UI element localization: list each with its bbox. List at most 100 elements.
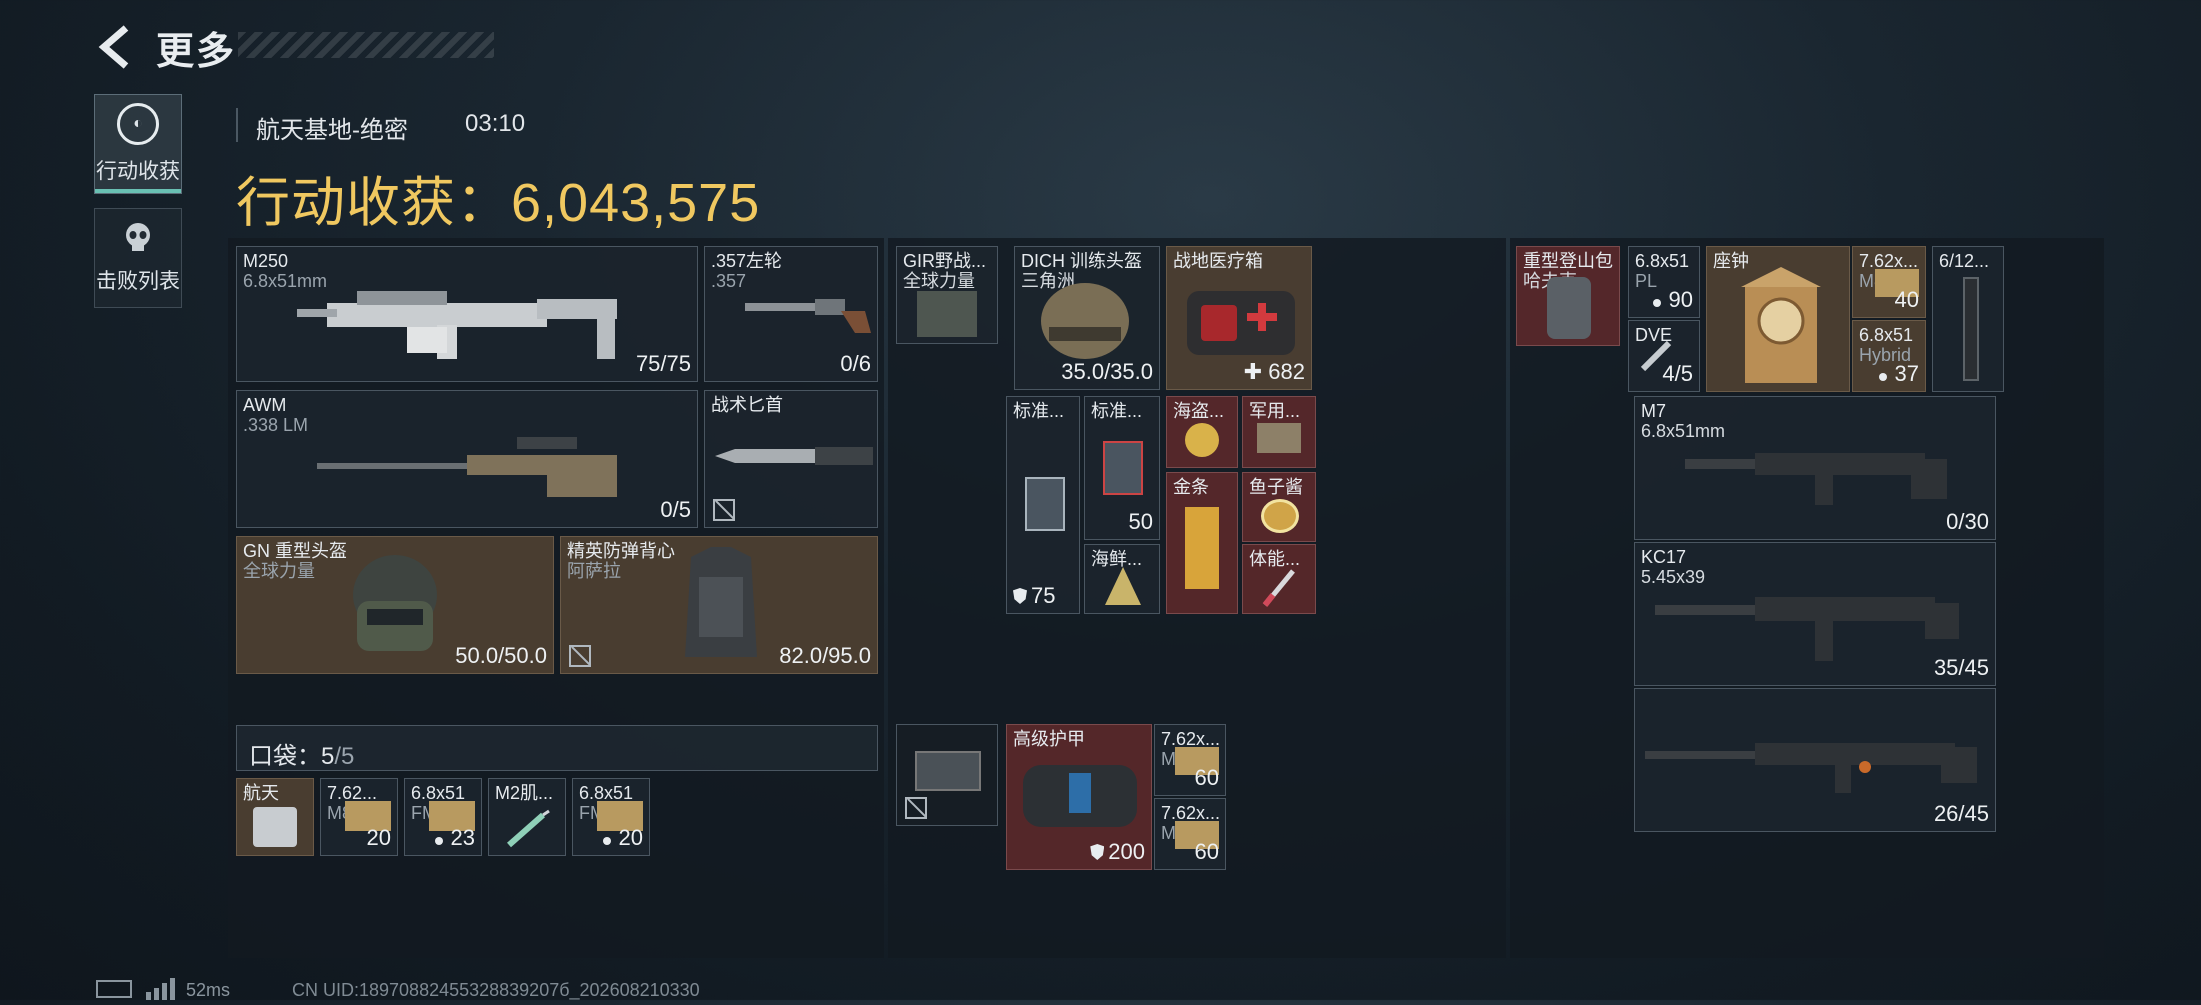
item-count-value: 200: [1108, 839, 1145, 864]
ammo-dot-icon: [602, 837, 611, 845]
backpack-item[interactable]: 7.62x... M80 40: [1852, 246, 1926, 318]
chest-item[interactable]: 高级护甲 200: [1006, 724, 1152, 870]
secondary-weapon-slot[interactable]: AWM .338 LM 0/5: [236, 390, 698, 528]
backpack-item[interactable]: 6/12...: [1932, 246, 2004, 392]
item-name: 金条: [1173, 477, 1209, 497]
rifle-icon: [1655, 597, 1959, 661]
chest-item[interactable]: DICH 训练头盔 三角洲 35.0/35.0: [1014, 246, 1160, 390]
primary-weapon-slot[interactable]: M250 6.8x51mm 75/75: [236, 246, 698, 382]
item-sub: 全球力量: [243, 561, 315, 581]
pocket-item[interactable]: 6.8x51 FMJ 23: [404, 778, 482, 856]
chest-item[interactable]: 7.62x... M80 60: [1154, 798, 1226, 870]
map-name: 航天基地-绝密: [256, 117, 408, 144]
chest-item[interactable]: 海鲜...: [1084, 544, 1160, 614]
skull-icon: [126, 223, 150, 251]
coin-icon: [1185, 423, 1219, 457]
item-caliber: .338 LM: [243, 415, 309, 435]
pocket-max: /5: [334, 743, 355, 770]
armor-slot[interactable]: 精英防弹背心 阿萨拉 82.0/95.0: [560, 536, 878, 674]
item-name: 航天: [243, 783, 279, 803]
durability: 82.0/95.0: [779, 643, 871, 668]
vest-icon: [685, 547, 757, 657]
ammo-count: 26/45: [1933, 801, 1989, 826]
machine-gun-icon: [297, 291, 617, 359]
item-count: 37: [1878, 361, 1919, 387]
item-name: 精英防弹背心: [567, 541, 675, 561]
item-name: 7.62x...: [1859, 251, 1919, 271]
pocket-header: 口袋：5/5: [236, 725, 878, 771]
item-name: 7.62x...: [1161, 803, 1221, 823]
backpack-slot[interactable]: 重型登山包 哈夫克: [1516, 246, 1620, 346]
item-count: 75: [1013, 583, 1055, 609]
item-name: AWM: [243, 395, 287, 415]
backpack-item[interactable]: 6.8x51 Hybrid 37: [1852, 320, 1926, 392]
backpack-weapon[interactable]: KC17 5.45x39 35/45: [1634, 542, 1996, 686]
item-name: GN 重型头盔: [243, 541, 348, 561]
signal-icon: [146, 978, 176, 1000]
shield-icon: [1013, 588, 1027, 604]
pocket-item[interactable]: 6.8x51 FMJ 20: [572, 778, 650, 856]
pocket-item[interactable]: 7.62... M80 20: [320, 778, 398, 856]
no-insure-icon: [713, 499, 735, 521]
armor-plate-icon: [1103, 441, 1143, 495]
tab-kills-label: 击败列表: [96, 270, 180, 293]
item-count: 60: [1194, 839, 1219, 864]
pocket-item[interactable]: M2肌...: [488, 778, 566, 856]
item-name: 战术匕首: [711, 395, 783, 415]
backpack-item[interactable]: DVE 4/5: [1628, 320, 1700, 392]
item-count: 23: [434, 825, 475, 851]
item-name: M7: [1641, 401, 1667, 421]
back-button[interactable]: [92, 22, 140, 72]
case-icon: [915, 751, 981, 791]
loot-total-value: 6,043,575: [511, 173, 761, 233]
injector-icon: [1262, 569, 1295, 607]
item-name: DICH 训练头盔: [1021, 251, 1142, 271]
item-count: 50: [1129, 509, 1153, 535]
pocket-item[interactable]: 航天: [236, 778, 314, 856]
loot-total-label: 行动收获：: [236, 173, 511, 233]
revolver-icon: [745, 299, 871, 333]
item-sub: 全球力量: [903, 271, 975, 291]
backpack-item[interactable]: 座钟: [1706, 246, 1850, 392]
durability: 35.0/35.0: [1061, 359, 1153, 384]
melee-slot[interactable]: 战术匕首: [704, 390, 878, 528]
pyramid-icon: [1105, 567, 1141, 605]
page-title: 更多: [156, 31, 237, 73]
shield-icon: [1090, 844, 1105, 860]
item-name: 6/12...: [1939, 251, 1990, 271]
pistol-slot[interactable]: .357左轮 .357 0/6: [704, 246, 878, 382]
active-indicator: [95, 189, 181, 193]
item-name: 6.8x51: [1859, 325, 1914, 345]
caviar-tin-icon: [1261, 499, 1299, 533]
helmet-icon: [353, 555, 437, 651]
backpack-weapon[interactable]: M7 6.8x51mm 0/30: [1634, 396, 1996, 540]
tab-kills[interactable]: 击败列表: [94, 208, 182, 308]
chest-item[interactable]: 标准... 75: [1006, 396, 1080, 614]
chest-item[interactable]: 战地医疗箱 ✚ 682: [1166, 246, 1312, 390]
chest-item[interactable]: 7.62x... M80 60: [1154, 724, 1226, 796]
item-name: M2肌...: [495, 783, 554, 803]
ping-readout: 52ms: [186, 980, 231, 1000]
chest-item[interactable]: 军用...: [1242, 396, 1316, 468]
chest-item[interactable]: 鱼子酱: [1242, 472, 1316, 542]
backpack-item[interactable]: 6.8x51 PL 90: [1628, 246, 1700, 318]
backpack-weapon[interactable]: 26/45: [1634, 688, 1996, 832]
chest-item[interactable]: 标准... 50: [1084, 396, 1160, 540]
item-name: 标准...: [1013, 401, 1065, 421]
item-name: 战地医疗箱: [1173, 251, 1263, 271]
no-insure-icon: [905, 797, 927, 819]
chest-item[interactable]: 金条: [1166, 472, 1238, 614]
helmet-slot[interactable]: GN 重型头盔 全球力量 50.0/50.0: [236, 536, 554, 674]
item-name: KC17: [1641, 547, 1687, 567]
pocket-count: 5: [321, 743, 335, 770]
chest-item[interactable]: 体能...: [1242, 544, 1316, 614]
battery-icon: [96, 980, 132, 998]
no-insure-icon: [569, 645, 591, 667]
chest-item[interactable]: 海盗...: [1166, 396, 1238, 468]
ammo-count: 0/5: [660, 497, 691, 522]
tab-loot[interactable]: ◐ 行动收获: [94, 94, 182, 194]
chest-rig-slot[interactable]: GIR野战... 全球力量: [896, 246, 998, 344]
syringe-icon: [507, 809, 550, 848]
sniper-rifle-icon: [317, 437, 617, 497]
chest-extra-slot[interactable]: [896, 724, 998, 826]
